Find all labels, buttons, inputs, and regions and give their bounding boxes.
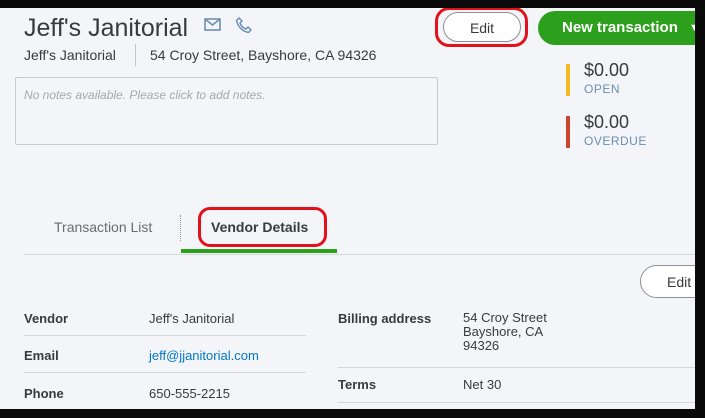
email-link[interactable]: jeff@jjanitorial.com xyxy=(149,348,259,363)
phone-field-label: Phone xyxy=(24,386,64,401)
edit-details-button[interactable]: Edit xyxy=(640,265,695,298)
billing-address-line: Bayshore, CA xyxy=(463,324,544,339)
notes-field[interactable]: No notes available. Please click to add … xyxy=(15,77,438,145)
edit-vendor-button[interactable]: Edit xyxy=(443,12,521,42)
tab-divider xyxy=(24,254,695,255)
email-field-label: Email xyxy=(24,348,59,363)
phone-field-value: 650-555-2215 xyxy=(149,386,230,401)
active-tab-indicator xyxy=(181,249,337,253)
mail-icon[interactable] xyxy=(204,18,222,37)
row-divider xyxy=(338,367,695,368)
terms-value: Net 30 xyxy=(463,377,502,392)
overdue-amount: $0.00 xyxy=(584,112,630,132)
billing-address-line: 94326 xyxy=(463,338,500,353)
vendor-subtitle-name: Jeff's Janitorial xyxy=(24,47,116,63)
billing-address-line: 54 Croy Street xyxy=(463,310,547,325)
new-transaction-label: New transaction xyxy=(562,19,678,36)
row-divider xyxy=(24,335,306,336)
new-transaction-button[interactable]: New transaction ▼ xyxy=(538,11,695,45)
phone-icon[interactable] xyxy=(235,16,253,39)
chevron-down-icon[interactable]: ▼ xyxy=(689,11,695,45)
open-amount: $0.00 xyxy=(584,60,630,80)
open-color-bar xyxy=(566,64,570,96)
overdue-color-bar xyxy=(566,116,570,148)
notes-placeholder: No notes available. Please click to add … xyxy=(24,88,266,102)
vendor-field-value: Jeff's Janitorial xyxy=(149,311,235,326)
billing-address-label: Billing address xyxy=(338,311,432,326)
overdue-label: OVERDUE xyxy=(584,134,647,148)
vendor-address: 54 Croy Street, Bayshore, CA 94326 xyxy=(150,47,377,63)
vendor-field-label: Vendor xyxy=(24,311,69,326)
tab-transaction-list[interactable]: Transaction List xyxy=(54,219,152,235)
row-divider xyxy=(338,402,695,403)
row-divider xyxy=(24,372,306,373)
subtitle-divider xyxy=(135,44,136,66)
open-label: OPEN xyxy=(584,82,621,96)
vendor-title: Jeff's Janitorial xyxy=(24,14,189,42)
tab-separator xyxy=(180,215,182,241)
terms-label: Terms xyxy=(338,377,377,392)
tab-vendor-details[interactable]: Vendor Details xyxy=(211,219,308,235)
vendor-page: Jeff's Janitorial Jeff's Janitorial 54 C… xyxy=(0,8,695,409)
